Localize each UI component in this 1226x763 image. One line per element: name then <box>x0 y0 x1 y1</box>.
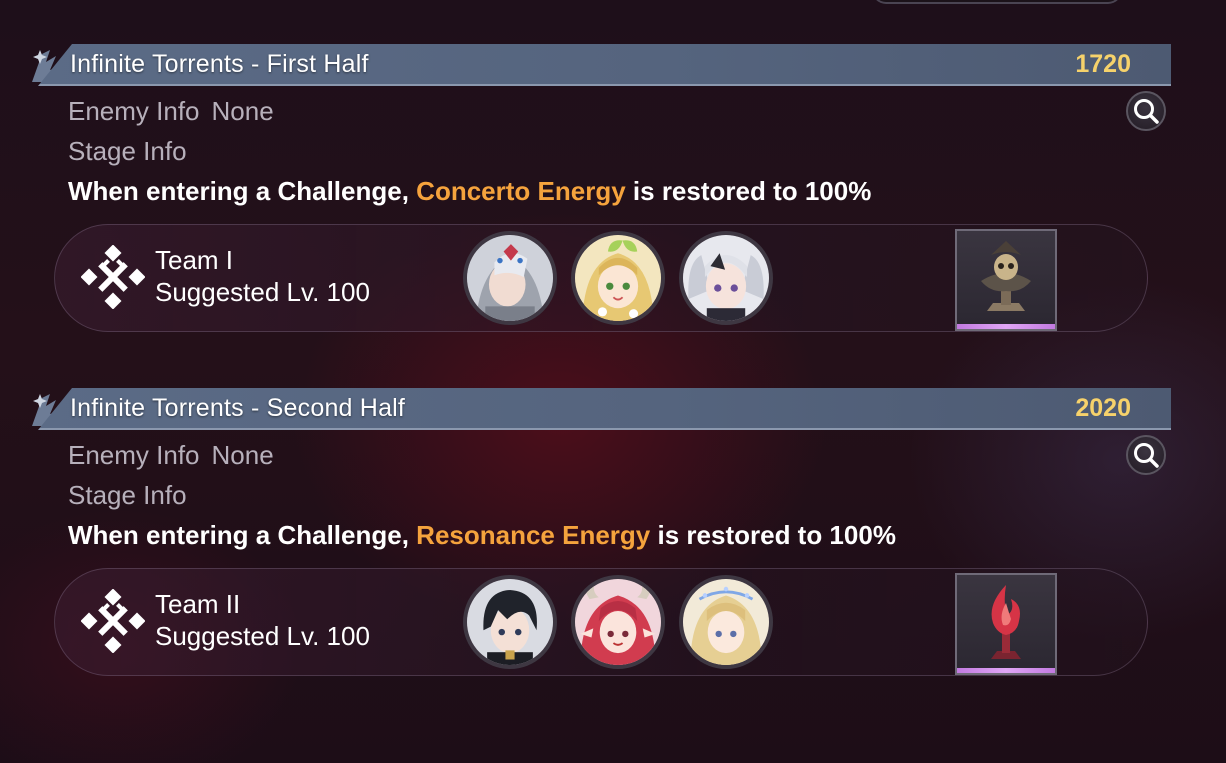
stage-info-label: Stage Info <box>68 136 187 166</box>
masked-silver-hair-portrait <box>467 235 553 321</box>
enemy-info-value: None <box>211 440 274 470</box>
blonde-leaf-portrait <box>575 235 661 321</box>
team-member-avatar[interactable] <box>679 231 773 325</box>
team-member-avatar[interactable] <box>463 575 557 669</box>
desc-suffix: is restored to 100% <box>657 520 896 550</box>
desc-highlight: Concerto Energy <box>416 176 626 206</box>
team-member-avatar[interactable] <box>571 575 665 669</box>
team-panel[interactable]: Team I Suggested Lv. 100 <box>54 224 1148 332</box>
enemy-info-row: Enemy Info None <box>68 96 274 127</box>
enemy-info-row: Enemy Info None <box>68 440 274 471</box>
magnifier-icon <box>1134 99 1159 124</box>
red-hair-horned-portrait <box>575 579 661 665</box>
stage-description: When entering a Challenge, Concerto Ener… <box>68 176 871 207</box>
team-member-avatar[interactable] <box>571 231 665 325</box>
team-member-avatar[interactable] <box>463 231 557 325</box>
echo-card[interactable] <box>955 229 1057 331</box>
enemy-info-value: None <box>211 96 274 126</box>
team-name: Team II <box>155 589 241 619</box>
stage-title: Infinite Torrents - Second Half <box>70 394 406 422</box>
desc-prefix: When entering a Challenge, <box>68 176 409 206</box>
crimson-flame-echo-icon <box>991 585 1021 659</box>
desc-suffix: is restored to 100% <box>632 176 872 206</box>
enemy-detail-button[interactable] <box>1126 435 1166 475</box>
team-panel[interactable]: Team II Suggested Lv. 100 <box>54 568 1148 676</box>
team-member-avatar[interactable] <box>679 575 773 669</box>
rarity-bar <box>957 324 1055 329</box>
bronze-skull-echo-icon <box>981 241 1031 311</box>
desc-highlight: Resonance Energy <box>416 520 651 550</box>
stage-header: Infinite Torrents - Second Half 2020 <box>30 388 1171 430</box>
dark-hair-portrait <box>467 579 553 665</box>
stage-info-label: Stage Info <box>68 480 187 510</box>
team-name: Team I <box>155 245 234 275</box>
stage-header: Infinite Torrents - First Half 1720 <box>30 44 1171 86</box>
enemy-detail-button[interactable] <box>1126 91 1166 131</box>
stage-score: 2020 <box>1075 394 1131 422</box>
enemy-info-label: Enemy Info <box>68 440 200 470</box>
desc-prefix: When entering a Challenge, <box>68 520 409 550</box>
crossed-swords-icon <box>81 589 145 653</box>
echo-card[interactable] <box>955 573 1057 675</box>
blonde-crowned-portrait <box>683 579 769 665</box>
magnifier-icon <box>1134 443 1159 468</box>
suggested-level: Suggested Lv. 100 <box>155 277 370 307</box>
silver-twintail-portrait <box>683 235 769 321</box>
enemy-info-label: Enemy Info <box>68 96 200 126</box>
stage-score: 1720 <box>1075 50 1131 78</box>
stage-title: Infinite Torrents - First Half <box>70 50 369 78</box>
suggested-level: Suggested Lv. 100 <box>155 621 370 651</box>
top-tab-edge <box>872 0 1122 4</box>
rarity-bar <box>957 668 1055 673</box>
stage-description: When entering a Challenge, Resonance Ene… <box>68 520 896 551</box>
crossed-swords-icon <box>81 245 145 309</box>
